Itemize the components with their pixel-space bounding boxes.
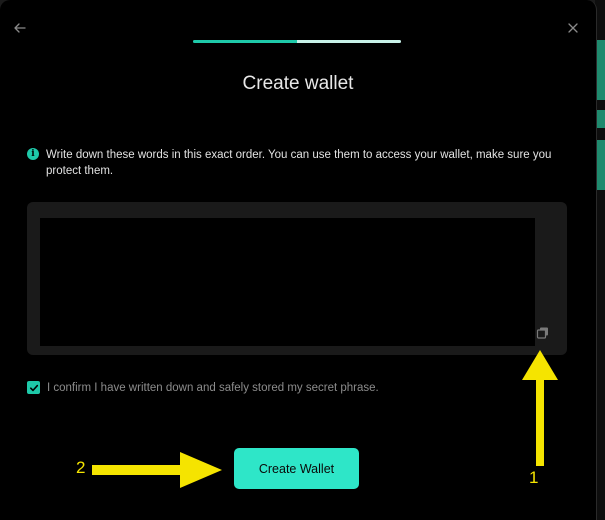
secret-phrase-area	[40, 218, 535, 346]
create-wallet-modal: Create wallet i Write down these words i…	[0, 0, 597, 520]
background-app-graphic	[597, 140, 605, 190]
confirm-checkbox[interactable]	[27, 381, 40, 394]
back-arrow-icon[interactable]	[9, 17, 31, 39]
info-message: i Write down these words in this exact o…	[27, 147, 567, 179]
annotation-label-2: 2	[76, 458, 86, 477]
info-text: Write down these words in this exact ord…	[46, 149, 552, 177]
annotation-label-1: 1	[529, 468, 539, 487]
modal-title: Create wallet	[242, 73, 354, 94]
progress-step-current	[297, 40, 401, 43]
background-app-graphic	[597, 110, 605, 128]
create-wallet-button[interactable]: Create Wallet	[234, 448, 359, 489]
checkmark-icon	[29, 384, 38, 391]
info-icon: i	[27, 148, 39, 160]
step-progress-bar	[193, 40, 401, 43]
background-app-graphic	[597, 40, 605, 100]
secret-phrase-container	[27, 202, 567, 355]
copy-icon[interactable]	[536, 326, 552, 342]
screenshot-stage: Create wallet i Write down these words i…	[0, 0, 605, 520]
confirm-label[interactable]: I confirm I have written down and safely…	[47, 382, 379, 394]
close-icon[interactable]	[562, 17, 584, 39]
confirm-row: I confirm I have written down and safely…	[27, 381, 379, 394]
progress-step-complete	[193, 40, 297, 43]
